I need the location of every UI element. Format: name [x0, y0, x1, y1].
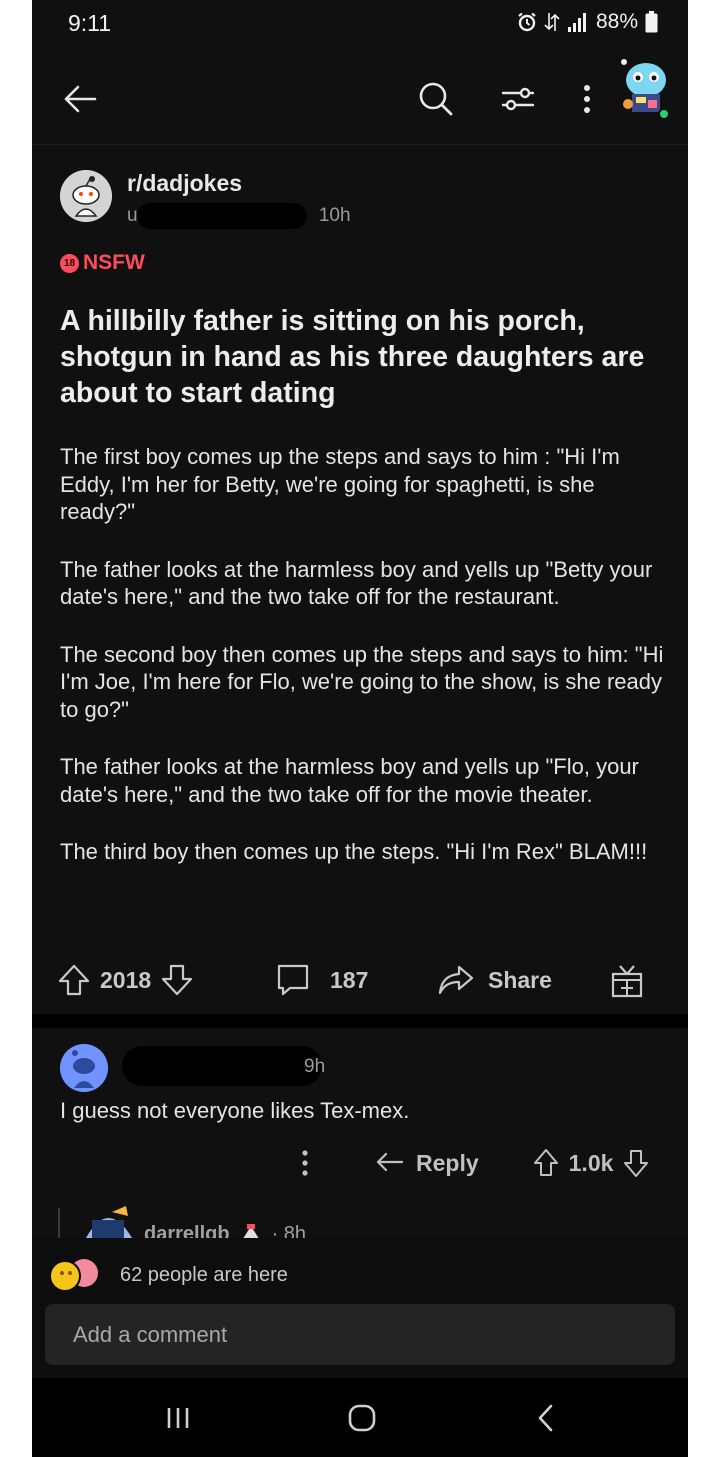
commenter-avatar[interactable]	[60, 1044, 108, 1092]
downvote-icon[interactable]	[161, 963, 193, 997]
vote-group: 2018	[58, 950, 193, 1010]
reply-username[interactable]: darrellgb	[144, 1223, 230, 1238]
data-transfer-icon	[544, 13, 560, 31]
section-divider	[32, 1014, 688, 1028]
reply-age: · 8h	[271, 1223, 307, 1238]
app-bar	[32, 50, 688, 145]
post-title: A hillbilly father is sitting on his por…	[60, 305, 645, 409]
comment-bubble-icon	[277, 964, 309, 996]
status-time: 9:11	[68, 10, 112, 36]
share-button[interactable]: Share	[438, 950, 552, 1010]
sort-filter-button[interactable]	[494, 75, 542, 123]
subreddit-name[interactable]: r/dadjokes	[127, 170, 242, 197]
home-button[interactable]	[342, 1400, 382, 1436]
post-paragraph: The father looks at the harmless boy and…	[60, 754, 639, 807]
reply-arrow-icon	[376, 1152, 404, 1172]
comment-count: 187	[330, 966, 369, 993]
downvote-icon[interactable]	[623, 1148, 649, 1178]
redacted-username	[136, 203, 307, 229]
battery-icon	[645, 11, 658, 33]
sort-filter-icon	[501, 87, 535, 111]
post-body: The first boy comes up the steps and say…	[60, 443, 666, 896]
thread-line	[58, 1208, 60, 1238]
phone-screen: 9:11 88% r/dadjokes u/ 10h 18 NSFW A hil…	[32, 0, 688, 1457]
comment-vote-count: 1.0k	[568, 1149, 614, 1176]
system-back-button[interactable]	[526, 1400, 566, 1436]
alarm-icon	[518, 12, 536, 32]
comments-button[interactable]: 187	[276, 950, 368, 1010]
status-bar: 9:11 88%	[32, 0, 688, 50]
comment-age: 9h	[304, 1056, 326, 1077]
back-button[interactable]	[56, 75, 104, 123]
battery-percent: 88%	[595, 10, 638, 33]
post-age: 10h	[318, 205, 351, 226]
post-paragraph: The third boy then comes up the steps. "…	[60, 839, 648, 864]
system-back-icon	[538, 1404, 553, 1432]
user-avatar-icon	[621, 59, 670, 120]
reply-button[interactable]: Reply	[376, 1150, 479, 1177]
reply-label: Reply	[416, 1149, 479, 1176]
post-actions: 2018 187 Share	[32, 950, 688, 1010]
comment-text: I guess not everyone likes Tex-mex.	[60, 1098, 410, 1123]
comment: 9h I guess not everyone likes Tex-mex. R…	[32, 1028, 688, 1238]
nsfw-18-icon: 18	[60, 253, 79, 273]
search-icon	[419, 82, 453, 116]
more-vertical-icon	[584, 85, 590, 113]
user-avatar[interactable]	[616, 56, 672, 120]
flair-icon	[243, 1224, 259, 1238]
more-options-button[interactable]	[567, 75, 607, 123]
add-comment-input[interactable]: Add a comment	[45, 1304, 675, 1365]
nsfw-tag: 18 NSFW	[60, 251, 145, 275]
subreddit-avatar[interactable]	[60, 170, 112, 222]
post-paragraph: The father looks at the harmless boy and…	[60, 556, 653, 610]
gift-icon	[611, 965, 643, 998]
award-button[interactable]	[610, 950, 644, 1010]
reply-avatar-icon	[86, 1206, 132, 1238]
upvote-icon[interactable]	[533, 1148, 559, 1178]
presence-indicator: 62 people are here	[48, 1258, 288, 1292]
comment-actions: Reply 1.0k	[300, 1143, 649, 1183]
signal-icon	[567, 13, 586, 32]
share-label: Share	[488, 966, 552, 993]
nsfw-label: NSFW	[83, 251, 145, 274]
vote-count: 2018	[100, 966, 152, 993]
post-meta: u/ 10h	[127, 203, 351, 229]
post-paragraph: The second boy then comes up the steps a…	[60, 641, 664, 722]
home-icon	[348, 1404, 376, 1432]
snoo-avatar-icon	[60, 1044, 108, 1092]
more-vertical-icon[interactable]	[300, 1149, 310, 1177]
redacted-commenter	[122, 1046, 322, 1086]
snoo-icon	[60, 170, 112, 222]
people-here-label: 62 people are here	[120, 1263, 288, 1286]
back-arrow-icon	[64, 85, 97, 113]
share-icon	[438, 965, 474, 995]
status-icons: 88%	[517, 10, 658, 34]
reply-preview: darrellgb · 8h	[82, 1206, 306, 1238]
presence-avatars-icon	[49, 1259, 98, 1292]
recent-apps-icon	[167, 1408, 189, 1428]
search-button[interactable]	[412, 75, 460, 123]
post-paragraph: The first boy comes up the steps and say…	[60, 444, 620, 524]
recent-apps-button[interactable]	[158, 1400, 198, 1436]
bottom-panel: 62 people are here Add a comment	[32, 1238, 688, 1378]
system-navigation-bar	[32, 1378, 688, 1457]
upvote-icon[interactable]	[58, 963, 90, 997]
comment-vote-group: 1.0k	[533, 1148, 650, 1178]
